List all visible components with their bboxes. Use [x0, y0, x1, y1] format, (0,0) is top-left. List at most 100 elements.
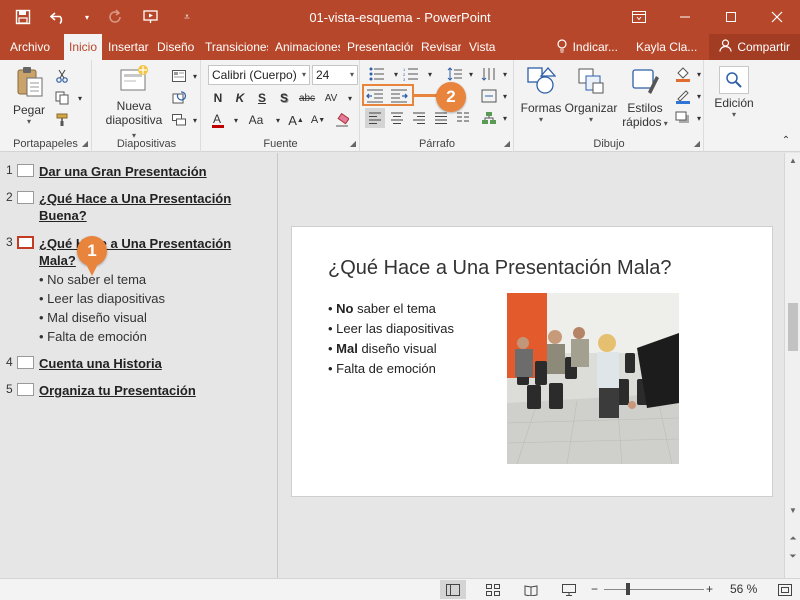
cut-icon[interactable] [52, 66, 72, 86]
editing-dropdown-icon: ▾ [731, 110, 736, 119]
outline-bullet[interactable]: • Mal diseño visual [39, 310, 147, 325]
underline-button[interactable]: S [252, 88, 272, 108]
increase-font-icon[interactable]: A ▲ [286, 110, 306, 130]
font-name-combo[interactable]: Calibri (Cuerpo) ▾ [208, 65, 310, 85]
numbering-dropdown-icon[interactable]: ▾ [420, 64, 440, 84]
text-direction-dropdown-icon[interactable]: ▾ [495, 64, 515, 84]
outline-pane[interactable]: 1 Dar una Gran Presentación 2 ¿Qué Hace … [0, 153, 278, 578]
outline-bullet-text: Falta de emoción [47, 329, 147, 344]
tab-inicio[interactable]: Inicio [64, 34, 102, 60]
line-spacing-dropdown-icon[interactable]: ▾ [461, 64, 481, 84]
shapes-button[interactable]: Formas ▾ [519, 66, 563, 124]
align-left-icon[interactable] [365, 108, 385, 128]
zoom-out-button[interactable]: − [591, 582, 598, 596]
character-spacing-button[interactable]: AV [320, 88, 342, 108]
font-size-dropdown-icon: ▾ [349, 70, 354, 79]
format-painter-icon[interactable] [52, 110, 72, 130]
copy-dropdown-icon[interactable]: ▾ [70, 88, 90, 108]
current-slide[interactable]: ¿Qué Hace a Una Presentación Mala? • No … [291, 226, 773, 497]
clipboard-launcher-icon[interactable]: ◢ [82, 139, 88, 148]
copy-icon[interactable] [52, 88, 72, 108]
outline-slide-title-line1[interactable]: ¿Qué Hace a Una Presentación [39, 235, 259, 252]
outline-bullet[interactable]: • Falta de emoción [39, 329, 147, 344]
editing-button[interactable]: Edición ▾ [709, 66, 759, 119]
tab-transiciones[interactable]: Transiciones [203, 34, 268, 60]
previous-slide-icon[interactable]: ⏶ [785, 531, 800, 545]
font-group-label: Fuente [263, 138, 298, 150]
change-case-icon[interactable]: Aa [242, 110, 270, 130]
scroll-up-icon[interactable]: ▲ [785, 153, 800, 167]
drawing-launcher-icon[interactable]: ◢ [694, 139, 700, 148]
scroll-thumb[interactable] [788, 303, 798, 351]
close-icon[interactable] [754, 0, 800, 34]
paste-icon [8, 66, 50, 101]
font-color-icon[interactable]: A [208, 110, 228, 130]
shadow-button[interactable]: S [274, 88, 294, 108]
font-launcher-icon[interactable]: ◢ [350, 139, 356, 148]
tab-presentacion[interactable]: Presentación [345, 34, 413, 60]
smartart-dropdown-icon[interactable]: ▾ [495, 108, 515, 128]
paste-label: Pegar [12, 103, 46, 117]
slide-photo[interactable] [507, 293, 679, 464]
shapes-icon [519, 66, 563, 99]
minimize-icon[interactable] [662, 0, 708, 34]
outline-slide-title-line2[interactable]: Mala? [39, 252, 259, 269]
maximize-icon[interactable] [708, 0, 754, 34]
character-spacing-dropdown-icon[interactable]: ▾ [340, 88, 360, 108]
italic-button[interactable]: K [230, 88, 250, 108]
zoom-slider-thumb[interactable] [626, 583, 630, 595]
paste-dropdown-icon[interactable]: ▾ [8, 117, 50, 126]
tab-revisar[interactable]: Revisar [419, 34, 461, 60]
tab-animaciones[interactable]: Animaciones [273, 34, 340, 60]
zoom-slider[interactable] [604, 589, 704, 590]
collapse-ribbon-icon[interactable]: ⌃ [776, 130, 796, 150]
fit-slide-icon[interactable] [772, 580, 798, 599]
outline-slide-title-line1[interactable]: ¿Qué Hace a Una Presentación [39, 190, 259, 207]
tab-diseno[interactable]: Diseño [155, 34, 197, 60]
outline-bullet-selected[interactable]: • Leer las diapositivas [39, 291, 165, 306]
align-center-icon[interactable] [387, 108, 407, 128]
callout-pointer [85, 262, 99, 276]
strikethrough-button[interactable]: abc [296, 88, 318, 108]
reset-slide-icon[interactable] [169, 88, 189, 108]
change-case-dropdown-icon[interactable]: ▾ [268, 110, 288, 130]
share-label: Compartir [737, 40, 790, 54]
zoom-in-button[interactable]: + [706, 582, 713, 596]
clear-formatting-icon[interactable] [332, 110, 352, 130]
align-text-dropdown-icon[interactable]: ▾ [495, 86, 515, 106]
outline-slide-title[interactable]: Dar una Gran Presentación [39, 163, 259, 180]
ribbon-display-options-icon[interactable] [616, 0, 662, 34]
user-account[interactable]: Kayla Cla... [636, 40, 697, 54]
bold-button[interactable]: N [208, 88, 228, 108]
paragraph-launcher-icon[interactable]: ◢ [504, 139, 510, 148]
outline-slide-title[interactable]: Cuenta una Historia [39, 355, 259, 372]
zoom-level[interactable]: 56 % [730, 582, 757, 596]
slide-title[interactable]: ¿Qué Hace a Una Presentación Mala? [328, 257, 672, 280]
arrange-button[interactable]: Organizar ▾ [564, 66, 618, 124]
slide-bullet: • Leer las diapositivas [328, 321, 454, 336]
tab-insertar[interactable]: Insertar [106, 34, 150, 60]
paste-button[interactable]: Pegar ▾ [8, 66, 50, 126]
decrease-font-icon[interactable]: A ▼ [308, 110, 328, 130]
font-size-combo[interactable]: 24 ▾ [312, 65, 358, 85]
numbering-icon[interactable]: 123 [401, 64, 421, 84]
slide-thumbnail-icon [17, 164, 34, 177]
tab-vista[interactable]: Vista [467, 34, 497, 60]
outline-slide-title-line2[interactable]: Buena? [39, 207, 259, 224]
reading-view-icon[interactable] [518, 580, 544, 599]
tell-me-box[interactable]: Indicar... [556, 38, 618, 56]
slide-show-icon[interactable] [556, 580, 582, 599]
vertical-scrollbar[interactable]: ▲ ▼ ⏶ ⏷ [784, 153, 800, 578]
scroll-down-icon[interactable]: ▼ [785, 503, 800, 517]
bullets-icon[interactable] [367, 64, 387, 84]
next-slide-icon[interactable]: ⏷ [785, 549, 800, 563]
quick-styles-button[interactable]: Estilos rápidos ▾ [619, 66, 671, 129]
normal-view-icon[interactable] [440, 580, 466, 599]
slide-sorter-icon[interactable] [480, 580, 506, 599]
outline-slide-title[interactable]: Organiza tu Presentación [39, 382, 259, 399]
new-slide-button[interactable]: Nueva diapositiva ▾ [103, 64, 165, 141]
tab-archivo[interactable]: Archivo [8, 34, 52, 60]
align-right-icon[interactable] [409, 108, 429, 128]
slide-bullet-list[interactable]: • No saber el tema • Leer las diapositiv… [328, 299, 454, 379]
share-button[interactable]: Compartir [709, 34, 800, 60]
